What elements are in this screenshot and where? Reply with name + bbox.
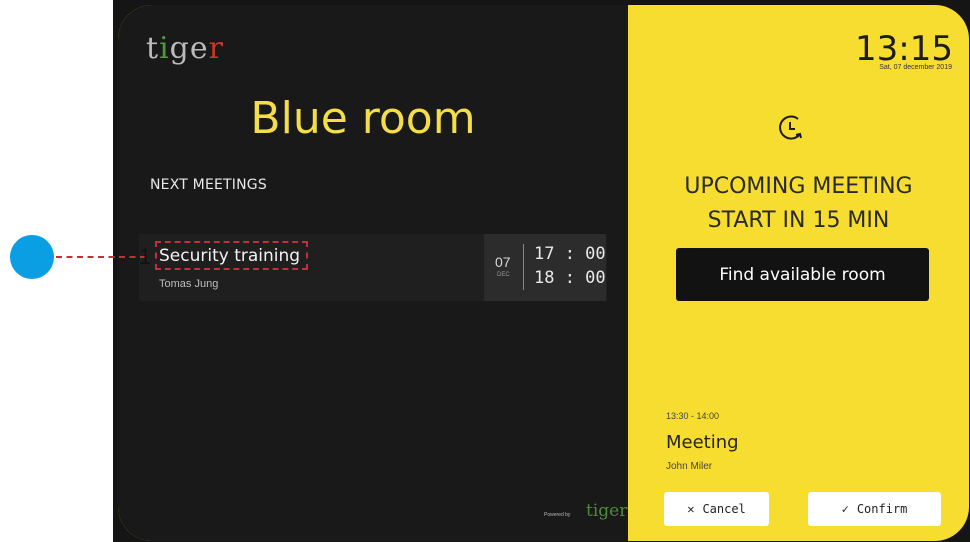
powered-by-label: Powered by xyxy=(544,512,571,518)
booking-organizer: John Miler xyxy=(666,461,713,472)
annotation-highlight-box xyxy=(155,241,308,270)
room-name: Blue room xyxy=(250,93,476,144)
room-display: tiger Blue room NEXT MEETINGS Security t… xyxy=(118,5,969,541)
find-available-room-button[interactable]: Find available room xyxy=(676,248,929,301)
time-divider xyxy=(523,244,524,290)
meeting-start-time: 17 : 00 xyxy=(534,244,606,264)
confirm-button[interactable]: ✓ Confirm xyxy=(808,492,941,526)
upcoming-line-1: UPCOMING MEETING xyxy=(684,174,913,199)
confirm-label: Confirm xyxy=(856,502,908,516)
check-icon: ✓ xyxy=(841,502,849,516)
left-panel: tiger Blue room NEXT MEETINGS Security t… xyxy=(118,5,628,541)
upcoming-line-2: START IN 15 MIN xyxy=(707,208,890,233)
meeting-month: DEC xyxy=(497,272,510,278)
meeting-time-box: 07 DEC 17 : 00 18 : 00 xyxy=(484,234,606,301)
tiger-logo: tiger xyxy=(146,31,224,66)
powered-by-logo: tiger xyxy=(586,501,628,521)
meeting-end-time: 18 : 00 xyxy=(534,268,606,288)
meeting-organizer: Tomas Jung xyxy=(159,278,219,290)
upcoming-meeting-status: UPCOMING MEETING START IN 15 MIN xyxy=(628,170,969,238)
close-icon: ✕ xyxy=(687,502,695,516)
cancel-button[interactable]: ✕ Cancel xyxy=(664,492,769,526)
booking-title: Meeting xyxy=(666,432,739,453)
current-date: Sat, 07 december 2019 xyxy=(879,64,952,71)
cancel-label: Cancel xyxy=(702,502,746,516)
annotation-leader-line xyxy=(56,256,146,258)
clock-icon xyxy=(779,115,802,140)
next-meetings-heading: NEXT MEETINGS xyxy=(150,177,267,193)
booking-time: 13:30 - 14:00 xyxy=(666,411,720,421)
current-time: 13:15 xyxy=(855,29,953,69)
meeting-day: 07 xyxy=(495,254,511,270)
annotation-number: 1 xyxy=(139,244,152,269)
annotation-marker xyxy=(10,235,54,279)
